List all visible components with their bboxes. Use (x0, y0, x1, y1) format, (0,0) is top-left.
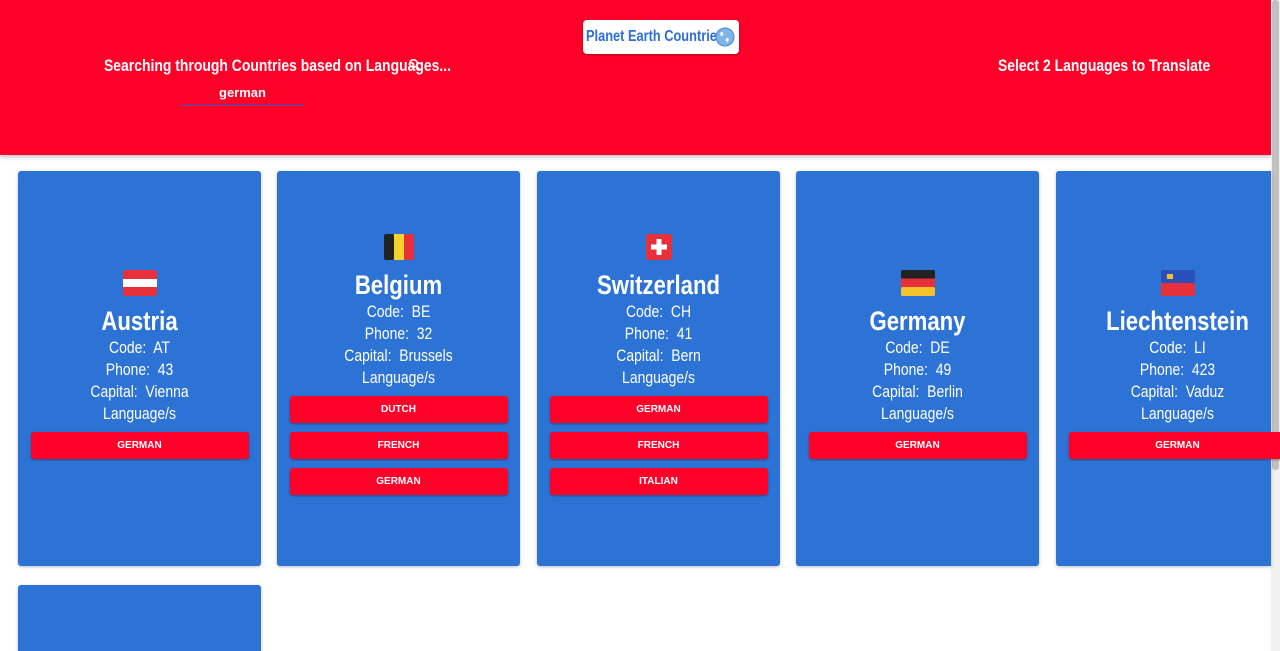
country-card-austria: Austria Code: AT Phone: 43 Capital: Vien… (18, 171, 261, 566)
globe-icon (715, 27, 735, 47)
country-code: Code: AT (109, 338, 170, 357)
country-name: Austria (101, 306, 178, 336)
header: Searching through Countries based on Lan… (0, 0, 1271, 155)
search-label: Searching through Countries based on Lan… (104, 56, 452, 75)
language-button-german[interactable]: GERMAN (30, 432, 249, 459)
languages-label: Language/s (103, 404, 176, 423)
languages-label: Language/s (362, 368, 435, 387)
belgium-flag-icon (383, 234, 414, 260)
language-button-french[interactable]: FRENCH (289, 432, 508, 459)
country-name: Belgium (354, 270, 443, 300)
language-button-dutch[interactable]: DUTCH (289, 396, 508, 423)
search-icon[interactable] (408, 58, 422, 72)
country-capital: Capital: Brussels (344, 346, 453, 365)
country-card-switzerland: Switzerland Code: CH Phone: 41 Capital: … (537, 171, 780, 566)
country-card-germany: Germany Code: DE Phone: 49 Capital: Berl… (796, 171, 1039, 566)
language-button-german[interactable]: GERMAN (289, 468, 508, 495)
country-phone: Phone: 41 (624, 324, 693, 343)
language-button-german[interactable]: GERMAN (808, 432, 1027, 459)
country-phone: Phone: 49 (883, 360, 952, 379)
switzerland-flag-icon (645, 234, 672, 260)
languages-label: Language/s (881, 404, 954, 423)
country-name: Germany (869, 306, 966, 336)
language-button-german[interactable]: GERMAN (549, 396, 768, 423)
country-capital: Capital: Vaduz (1130, 382, 1225, 401)
language-button-italian[interactable]: ITALIAN (549, 468, 768, 495)
country-card-liechtenstein: Liechtenstein Code: LI Phone: 423 Capita… (1056, 171, 1280, 566)
country-phone: Phone: 423 (1139, 360, 1216, 379)
country-capital: Capital: Vienna (90, 382, 189, 401)
germany-flag-icon (900, 270, 935, 296)
liechtenstein-flag-icon (1160, 270, 1195, 296)
country-phone: Phone: 43 (105, 360, 174, 379)
country-name: Switzerland (596, 270, 721, 300)
logo-text: Planet Earth Countries (586, 28, 724, 45)
austria-flag-icon (122, 270, 157, 296)
country-phone: Phone: 32 (364, 324, 433, 343)
country-card-belgium: Belgium Code: BE Phone: 32 Capital: Brus… (277, 171, 520, 566)
country-code: Code: LI (1149, 338, 1206, 357)
country-capital: Capital: Bern (616, 346, 701, 365)
search-input[interactable] (181, 80, 304, 106)
logo[interactable]: Planet Earth Countries (583, 20, 739, 54)
country-code: Code: CH (625, 302, 692, 321)
country-card-partial (18, 585, 261, 651)
languages-label: Language/s (1141, 404, 1214, 423)
country-name: Liechtenstein (1106, 306, 1249, 336)
language-button-french[interactable]: FRENCH (549, 432, 768, 459)
language-button-german[interactable]: GERMAN (1068, 432, 1280, 459)
translate-label: Select 2 Languages to Translate (998, 56, 1211, 75)
country-code: Code: BE (366, 302, 431, 321)
country-capital: Capital: Berlin (872, 382, 963, 401)
languages-label: Language/s (622, 368, 695, 387)
country-code: Code: DE (885, 338, 950, 357)
